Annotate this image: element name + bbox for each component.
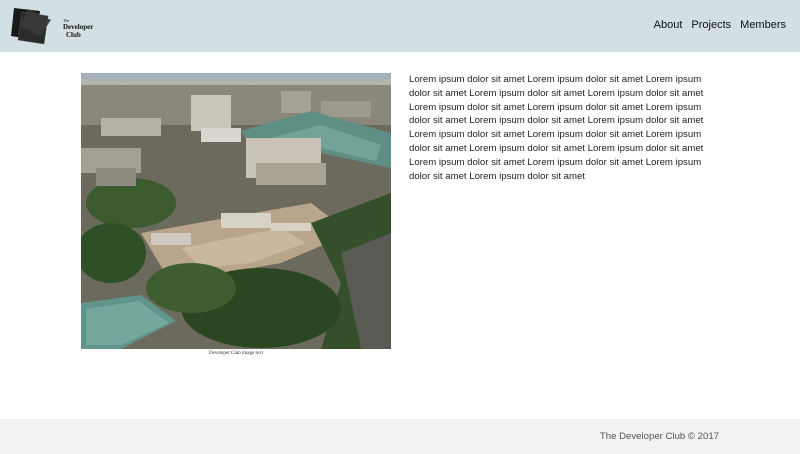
city-aerial-photo <box>81 73 391 349</box>
footer-copyright: The Developer Club © 2017 <box>599 431 719 442</box>
body-paragraph: Lorem ipsum dolor sit amet Lorem ipsum d… <box>409 74 704 182</box>
logo[interactable]: The Developer Club <box>10 6 94 46</box>
logo-text: The Developer Club <box>63 18 94 39</box>
nav-members-link[interactable]: Members <box>740 19 786 31</box>
site-footer: The Developer Club © 2017 <box>0 419 800 454</box>
nav-about-link[interactable]: About <box>654 19 683 31</box>
site-header: The Developer Club About Projects Member… <box>0 0 800 52</box>
main-nav: About Projects Members <box>654 19 786 31</box>
image-caption: Developer Club image text <box>208 351 263 356</box>
logo-icon <box>11 8 51 45</box>
image-figure: Developer Club image text <box>81 73 391 356</box>
nav-projects-link[interactable]: Projects <box>691 19 731 31</box>
